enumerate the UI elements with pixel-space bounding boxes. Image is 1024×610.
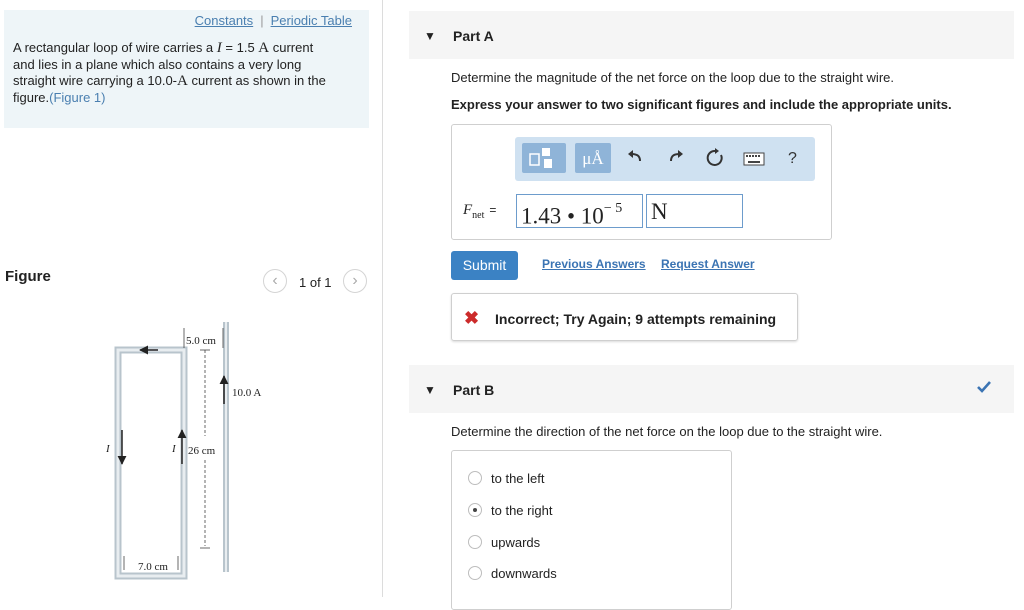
loop-outer — [114, 346, 188, 580]
request-answer-link[interactable]: Request Answer — [661, 257, 755, 271]
redo-icon[interactable] — [667, 148, 685, 166]
figure-heading: Figure — [5, 268, 51, 285]
answer-variable: Fnet = — [463, 202, 496, 221]
option-label[interactable]: to the right — [491, 503, 552, 518]
figure-page-count: 1 of 1 — [299, 275, 332, 290]
problem-text-span: current — [269, 40, 314, 55]
height-dimension-label: 26 cm — [188, 445, 216, 457]
periodic-table-link[interactable]: Periodic Table — [271, 13, 352, 28]
variable-subscript: net — [472, 210, 485, 221]
part-a-instruction: Express your answer to two significant f… — [451, 97, 952, 112]
panel-divider — [382, 0, 383, 597]
units-button[interactable]: μÅ — [575, 143, 611, 173]
constants-link[interactable]: Constants — [195, 13, 254, 28]
templates-icon[interactable] — [522, 143, 566, 173]
collapse-triangle-icon[interactable]: ▼ — [424, 383, 436, 397]
part-b-title: Part B — [453, 382, 495, 398]
part-b-question: Determine the direction of the net force… — [451, 424, 883, 439]
radio-to-the-left[interactable] — [468, 471, 482, 485]
variable-symbol: F — [463, 202, 473, 218]
problem-text-span: figure. — [13, 89, 50, 105]
radio-downwards[interactable] — [468, 566, 482, 580]
problem-line-1: A rectangular loop of wire carries a I =… — [13, 40, 353, 57]
problem-text: A rectangular loop of wire carries a I =… — [13, 40, 353, 106]
radio-upwards[interactable] — [468, 535, 482, 549]
value-exponent: − 5 — [603, 201, 623, 216]
feedback-text: Incorrect; Try Again; 9 attempts remaini… — [495, 311, 777, 327]
width-dimension-label: 7.0 cm — [138, 561, 168, 573]
figure-link[interactable]: (Figure 1) — [49, 90, 105, 105]
problem-line-4: figure.(Figure 1) — [13, 90, 353, 107]
problem-line-2: and lies in a plane which also contains … — [13, 56, 302, 72]
help-button[interactable]: ? — [788, 150, 797, 168]
loop-inner — [116, 348, 186, 578]
chevron-right-icon[interactable]: › — [343, 269, 367, 293]
resource-links: Constants | Periodic Table — [0, 13, 352, 28]
option-label[interactable]: to the left — [491, 471, 544, 486]
previous-answers-link[interactable]: Previous Answers — [542, 257, 646, 271]
problem-text-span: straight wire carrying a 10.0- — [13, 73, 178, 88]
top-dimension-label: 5.0 cm — [186, 335, 216, 347]
submit-button[interactable]: Submit — [451, 251, 518, 280]
left-current-label: I — [105, 443, 111, 455]
equals-sign: = — [489, 203, 497, 217]
problem-line-3: straight wire carrying a 10.0-A current … — [13, 73, 353, 90]
incorrect-x-icon: ✖ — [464, 308, 480, 328]
loop-and-wire-figure: 5.0 cm 10.0 A I I 26 cm 7.0 cm — [105, 322, 261, 580]
problem-text-span: A rectangular loop of wire carries a — [13, 40, 217, 55]
problem-text-span: = 1.5 — [221, 40, 259, 55]
unit-symbol: A — [177, 73, 188, 89]
right-current-label: I — [171, 443, 177, 455]
undo-icon[interactable] — [626, 148, 644, 166]
wire-current-label: 10.0 A — [232, 387, 261, 399]
part-a-question: Determine the magnitude of the net force… — [451, 70, 894, 85]
link-separator: | — [260, 13, 264, 28]
reset-icon[interactable] — [705, 148, 725, 168]
keyboard-icon[interactable] — [743, 152, 765, 166]
unit-symbol: A — [258, 40, 270, 56]
part-b-header[interactable] — [409, 365, 1014, 413]
answer-value-input[interactable]: 1.43 • 10− 5 — [516, 194, 643, 229]
answer-unit-input[interactable]: N — [646, 194, 743, 228]
radio-to-the-right[interactable] — [468, 503, 482, 517]
part-a-header[interactable] — [409, 11, 1014, 59]
chevron-left-icon[interactable]: ‹ — [263, 269, 287, 293]
collapse-triangle-icon[interactable]: ▼ — [424, 29, 436, 43]
part-a-title: Part A — [453, 28, 494, 44]
option-label[interactable]: downwards — [491, 566, 557, 581]
problem-text-span: current as shown in the — [187, 73, 326, 88]
correct-check-icon — [977, 381, 991, 393]
value-mantissa: 1.43 • 10 — [521, 203, 604, 229]
option-label[interactable]: upwards — [491, 535, 540, 550]
